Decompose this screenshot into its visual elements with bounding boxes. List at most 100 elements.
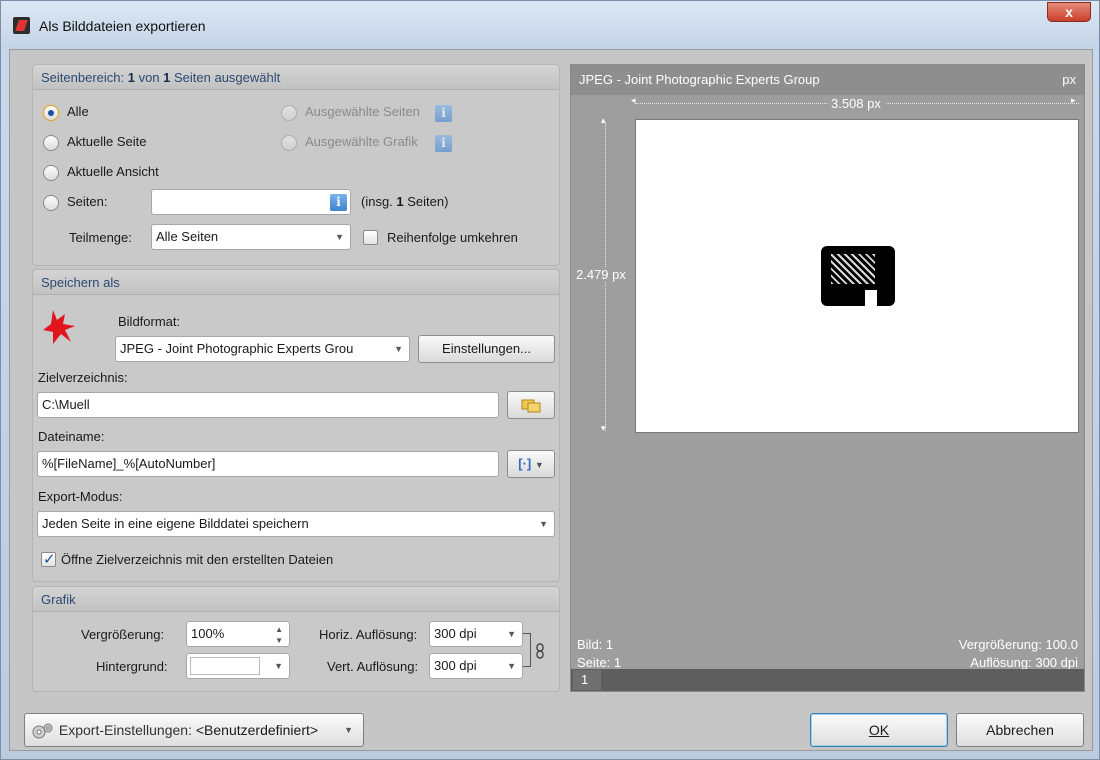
stepper-arrows-icon[interactable]: ▲ ▼ — [275, 624, 283, 646]
radio-current-view[interactable] — [43, 165, 59, 181]
chevron-down-icon: ▼ — [394, 344, 403, 354]
radio-selected-graphic-label[interactable]: Ausgewählte Grafik — [305, 134, 418, 149]
pages-input[interactable] — [151, 189, 351, 215]
preview-unit: px — [1062, 72, 1076, 87]
page-range-header-prefix: Seitenbereich: — [41, 70, 128, 85]
total-pages-suffix: Seiten) — [403, 194, 449, 209]
ok-button[interactable]: OK — [810, 713, 948, 747]
export-mode-dropdown[interactable]: Jeden Seite in eine eigene Bilddatei spe… — [37, 511, 555, 537]
chevron-down-icon: ▼ — [534, 460, 544, 470]
image-info: Bild: 1 — [577, 637, 614, 652]
chevron-down-icon: ▼ — [539, 519, 548, 529]
save-as-panel: Speichern als Bildformat: JPEG - Joint P… — [32, 269, 560, 582]
chevron-down-icon: ▼ — [344, 725, 353, 735]
horiz-res-value: 300 dpi — [434, 626, 477, 641]
export-mode-value: Jeden Seite in eine eigene Bilddatei spe… — [42, 516, 309, 531]
vert-res-value: 300 dpi — [434, 658, 477, 673]
info-icon[interactable]: i — [435, 105, 452, 122]
zoom-info: Vergrößerung: 100.0 — [958, 637, 1078, 652]
image-format-label: Bildformat: — [118, 314, 181, 329]
graphic-header: Grafik — [33, 587, 559, 612]
background-color-picker[interactable]: ▼ — [186, 653, 290, 679]
radio-current-view-label[interactable]: Aktuelle Ansicht — [67, 164, 159, 179]
zoom-value: 100% — [191, 626, 225, 641]
page-info: Seite: 1 — [577, 655, 622, 670]
target-dir-label: Zielverzeichnis: — [38, 370, 128, 385]
radio-pages-label[interactable]: Seiten: — [67, 194, 107, 209]
image-format-dropdown[interactable]: JPEG - Joint Photographic Experts Grou ▼ — [115, 336, 410, 362]
target-dir-input[interactable]: C:\Muell — [37, 392, 499, 418]
open-target-checkbox[interactable]: ✓ — [41, 551, 56, 568]
radio-all-label[interactable]: Alle — [67, 104, 89, 119]
graphic-panel: Grafik Vergrößerung: 100% ▲ ▼ Hintergrund… — [32, 586, 560, 692]
page-thumbnail-1[interactable]: 1 — [573, 670, 601, 690]
paint-splash-icon — [41, 306, 79, 346]
preview-header: JPEG - Joint Photographic Experts Group … — [571, 65, 1084, 95]
width-ruler-right-arrow: ▸ — [1071, 95, 1076, 105]
preview-page — [635, 119, 1079, 433]
preview-pane: JPEG - Joint Photographic Experts Group … — [570, 64, 1085, 692]
radio-selected-graphic[interactable] — [281, 135, 297, 151]
preview-width-label: 3.508 px — [827, 96, 885, 111]
radio-all[interactable] — [43, 105, 59, 121]
vert-res-dropdown[interactable]: 300 dpi ▼ — [429, 653, 523, 679]
folder-browse-icon — [521, 399, 541, 413]
subset-value: Alle Seiten — [156, 229, 219, 244]
preview-format-title: JPEG - Joint Photographic Experts Group — [579, 72, 820, 87]
ok-button-label: OK — [868, 722, 890, 738]
format-settings-button[interactable]: Einstellungen... — [418, 335, 555, 363]
zoom-stepper[interactable]: 100% ▲ ▼ — [186, 621, 290, 647]
page-thumbnail-strip: 1 — [571, 669, 1084, 691]
open-target-label[interactable]: Öffne Zielverzeichnis mit den erstellten… — [61, 552, 333, 567]
info-icon[interactable]: i — [435, 135, 452, 152]
filename-input[interactable]: %[FileName]_%[AutoNumber] — [37, 451, 499, 477]
chevron-down-icon: ▼ — [335, 232, 344, 242]
cancel-button-label: Abbrechen — [986, 722, 1054, 738]
macro-button[interactable]: [·] ▼ — [507, 450, 555, 478]
preview-image-thumbnail — [821, 246, 895, 306]
radio-current-page[interactable] — [43, 135, 59, 151]
page-range-header-suffix: Seiten ausgewählt — [170, 70, 281, 85]
horiz-res-label: Horiz. Auflösung: — [319, 627, 418, 642]
reverse-order-label[interactable]: Reihenfolge umkehren — [387, 230, 518, 245]
total-pages-text: (insg. 1 Seiten) — [361, 194, 448, 209]
resolution-link-bracket — [523, 633, 531, 667]
save-as-header: Speichern als — [33, 270, 559, 295]
info-icon[interactable]: i — [330, 194, 347, 211]
height-ruler-top-arrow: ▴ — [601, 115, 606, 125]
page-range-panel: Seitenbereich: 1 von 1 Seiten ausgewählt… — [32, 64, 560, 266]
preview-image-detail — [831, 254, 875, 284]
page-range-selected-count: 1 — [127, 70, 135, 85]
dialog-window: Als Bilddateien exportieren x Seitenbere… — [0, 0, 1100, 760]
radio-selected-pages[interactable] — [281, 105, 297, 121]
width-ruler-left-arrow: ◂ — [631, 95, 636, 105]
height-ruler-bottom-arrow: ▾ — [601, 423, 606, 433]
chevron-down-icon: ▼ — [507, 661, 516, 671]
background-label: Hintergrund: — [96, 659, 168, 674]
image-format-value: JPEG - Joint Photographic Experts Grou — [120, 341, 354, 356]
radio-pages[interactable] — [43, 195, 59, 211]
horiz-res-dropdown[interactable]: 300 dpi ▼ — [429, 621, 523, 647]
export-mode-label: Export-Modus: — [38, 489, 123, 504]
close-icon: x — [1065, 4, 1073, 20]
dialog-client-area: Seitenbereich: 1 von 1 Seiten ausgewählt… — [9, 49, 1093, 751]
close-button[interactable]: x — [1047, 2, 1091, 22]
page-range-header: Seitenbereich: 1 von 1 Seiten ausgewählt — [33, 65, 559, 90]
subset-dropdown[interactable]: Alle Seiten ▼ — [151, 224, 351, 250]
filename-label: Dateiname: — [38, 429, 105, 444]
folder-browse-button[interactable] — [507, 391, 555, 419]
preview-height-label: 2.479 px — [576, 267, 626, 282]
title-bar: Als Bilddateien exportieren x — [1, 1, 1099, 49]
radio-selected-pages-label[interactable]: Ausgewählte Seiten — [305, 104, 420, 119]
vert-res-label: Vert. Auflösung: — [327, 659, 419, 674]
export-settings-prefix: Export-Einstellungen: — [58, 722, 196, 738]
reverse-order-checkbox[interactable] — [363, 230, 378, 245]
export-settings-dropdown[interactable]: Export-Einstellungen: <Benutzerdefiniert… — [24, 713, 364, 747]
checkmark-icon: ✓ — [43, 551, 56, 568]
link-chain-icon[interactable] — [535, 643, 545, 659]
radio-current-page-label[interactable]: Aktuelle Seite — [67, 134, 147, 149]
macro-icon: [·] — [518, 456, 532, 471]
chevron-down-icon: ▼ — [274, 661, 283, 671]
cancel-button[interactable]: Abbrechen — [956, 713, 1084, 747]
total-pages-count: 1 — [396, 194, 404, 209]
